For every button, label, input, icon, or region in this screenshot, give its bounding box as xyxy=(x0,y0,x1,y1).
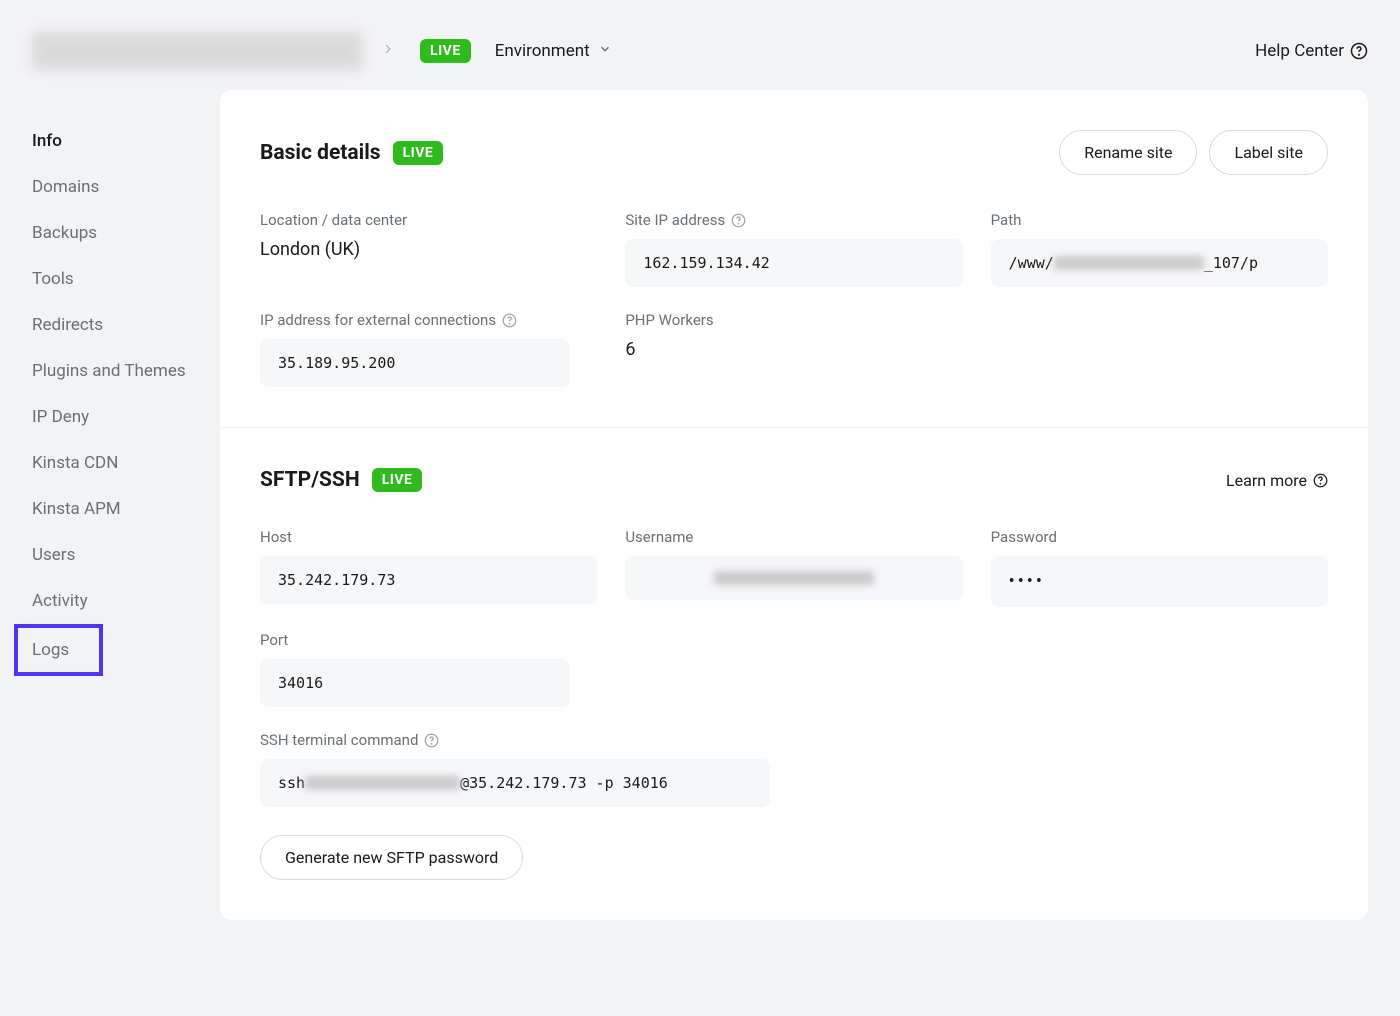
sidebar-item-users[interactable]: Users xyxy=(32,532,220,578)
learn-more-link[interactable]: Learn more xyxy=(1226,471,1328,490)
help-tooltip-icon[interactable] xyxy=(731,213,746,228)
sftp-ssh-section: SFTP/SSH LIVE Learn more Host 35.242.179… xyxy=(220,427,1368,920)
ip-external-label: IP address for external connections xyxy=(260,311,496,329)
sidebar-item-ip-deny[interactable]: IP Deny xyxy=(32,394,220,440)
help-icon xyxy=(1313,473,1328,488)
help-center-link[interactable]: Help Center xyxy=(1255,41,1368,61)
rename-site-button[interactable]: Rename site xyxy=(1059,130,1197,175)
ip-external-value[interactable]: 35.189.95.200 xyxy=(260,339,570,387)
username-label: Username xyxy=(625,528,962,546)
username-redacted xyxy=(714,571,874,585)
label-site-button[interactable]: Label site xyxy=(1209,130,1328,175)
password-label: Password xyxy=(991,528,1328,546)
chevron-right-icon xyxy=(380,41,396,61)
sidebar: Info Domains Backups Tools Redirects Plu… xyxy=(0,90,220,920)
sftp-live-badge: LIVE xyxy=(372,468,423,492)
ssh-command-label: SSH terminal command xyxy=(260,731,418,749)
sidebar-item-tools[interactable]: Tools xyxy=(32,256,220,302)
ssh-command-field: SSH terminal command ssh @35.242.179.73 … xyxy=(260,731,1328,807)
basic-live-badge: LIVE xyxy=(393,141,444,165)
php-workers-label: PHP Workers xyxy=(625,311,962,329)
sidebar-item-redirects[interactable]: Redirects xyxy=(32,302,220,348)
environment-label: Environment xyxy=(495,41,590,61)
environment-dropdown[interactable]: Environment xyxy=(495,41,612,61)
port-field: Port 34016 xyxy=(260,631,597,707)
sftp-title: SFTP/SSH xyxy=(260,468,360,492)
username-field: Username xyxy=(625,528,962,607)
site-ip-label: Site IP address xyxy=(625,211,725,229)
location-value: London (UK) xyxy=(260,239,597,260)
ssh-user-redacted xyxy=(305,776,460,790)
topbar: LIVE Environment Help Center xyxy=(0,0,1400,90)
php-workers-value: 6 xyxy=(625,339,962,360)
live-badge: LIVE xyxy=(420,39,471,63)
sidebar-item-info[interactable]: Info xyxy=(32,118,220,164)
sidebar-item-kinsta-cdn[interactable]: Kinsta CDN xyxy=(32,440,220,486)
sidebar-item-activity[interactable]: Activity xyxy=(32,578,220,624)
host-label: Host xyxy=(260,528,597,546)
basic-details-section: Basic details LIVE Rename site Label sit… xyxy=(220,90,1368,427)
help-center-label: Help Center xyxy=(1255,41,1344,61)
ip-external-field: IP address for external connections 35.1… xyxy=(260,311,597,387)
php-workers-field: PHP Workers 6 xyxy=(625,311,962,387)
port-label: Port xyxy=(260,631,597,649)
help-icon xyxy=(1350,42,1368,60)
password-field: Password •••• xyxy=(991,528,1328,607)
sidebar-item-backups[interactable]: Backups xyxy=(32,210,220,256)
password-value[interactable]: •••• xyxy=(991,556,1328,607)
path-field: Path /www/_107/p xyxy=(991,211,1328,287)
help-tooltip-icon[interactable] xyxy=(502,313,517,328)
site-name-redacted xyxy=(32,32,362,70)
location-field: Location / data center London (UK) xyxy=(260,211,597,287)
port-value[interactable]: 34016 xyxy=(260,659,570,707)
path-label: Path xyxy=(991,211,1328,229)
path-redacted xyxy=(1054,256,1204,270)
username-value[interactable] xyxy=(625,556,962,600)
help-tooltip-icon[interactable] xyxy=(424,733,439,748)
host-value[interactable]: 35.242.179.73 xyxy=(260,556,597,604)
path-value[interactable]: /www/_107/p xyxy=(991,239,1328,287)
chevron-down-icon xyxy=(598,42,612,60)
generate-sftp-password-button[interactable]: Generate new SFTP password xyxy=(260,835,523,880)
host-field: Host 35.242.179.73 xyxy=(260,528,597,607)
site-ip-value[interactable]: 162.159.134.42 xyxy=(625,239,962,287)
location-label: Location / data center xyxy=(260,211,597,229)
sidebar-item-domains[interactable]: Domains xyxy=(32,164,220,210)
site-ip-field: Site IP address 162.159.134.42 xyxy=(625,211,962,287)
sidebar-item-plugins-themes[interactable]: Plugins and Themes xyxy=(32,348,220,394)
sidebar-item-logs[interactable]: Logs xyxy=(14,624,103,676)
basic-details-title: Basic details xyxy=(260,141,381,165)
sidebar-item-kinsta-apm[interactable]: Kinsta APM xyxy=(32,486,220,532)
ssh-command-value[interactable]: ssh @35.242.179.73 -p 34016 xyxy=(260,759,770,807)
